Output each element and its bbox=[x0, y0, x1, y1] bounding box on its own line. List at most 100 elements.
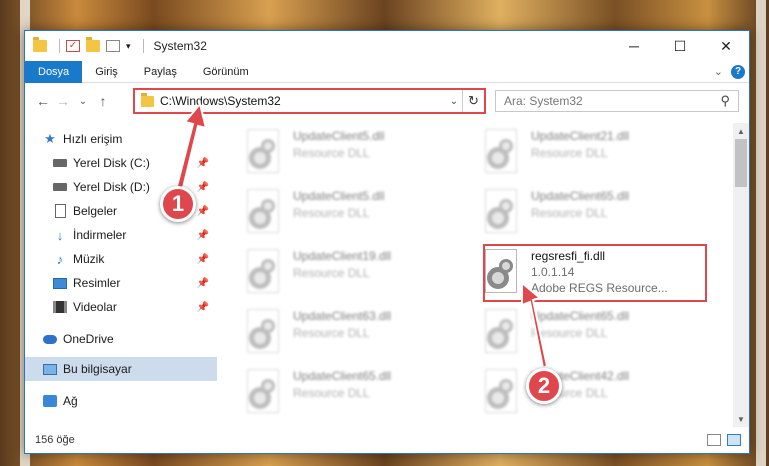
recent-locations-button[interactable]: ⌄ bbox=[73, 91, 93, 111]
sidebar-item-music[interactable]: ♪ Müzik 📌 bbox=[25, 247, 217, 271]
scroll-down-icon[interactable]: ▼ bbox=[733, 411, 749, 427]
file-name: UpdateClient65.dll bbox=[531, 189, 630, 203]
file-item[interactable]: UpdateClient63.dll Resource DLL bbox=[239, 305, 473, 361]
new-folder-icon[interactable] bbox=[86, 37, 100, 52]
file-type: Resource DLL bbox=[293, 386, 370, 400]
tab-home[interactable]: Giriş bbox=[82, 61, 131, 83]
file-name: UpdateClient65.dll bbox=[531, 309, 630, 323]
sidebar-item-onedrive[interactable]: OneDrive bbox=[25, 327, 217, 351]
sidebar-item-label: OneDrive bbox=[63, 332, 114, 346]
pin-icon[interactable]: 📌 bbox=[197, 302, 209, 313]
tab-share[interactable]: Paylaş bbox=[131, 61, 190, 83]
folder-icon bbox=[33, 37, 47, 52]
sidebar-item-label: Ağ bbox=[63, 394, 78, 408]
star-icon: ★ bbox=[44, 131, 56, 146]
item-count: 156 öğe bbox=[35, 434, 75, 446]
file-name: UpdateClient5.dll bbox=[293, 189, 385, 203]
back-button[interactable]: ← bbox=[33, 91, 53, 111]
background-trunk bbox=[756, 0, 766, 466]
file-item[interactable]: UpdateClient65.dll Resource DLL bbox=[477, 185, 711, 241]
download-icon: ↓ bbox=[56, 227, 64, 243]
scroll-up-icon[interactable]: ▲ bbox=[733, 123, 749, 139]
sidebar-item-pictures[interactable]: Resimler 📌 bbox=[25, 271, 217, 295]
sidebar-item-local-disk-c[interactable]: Yerel Disk (C:) 📌 bbox=[25, 151, 217, 175]
file-item[interactable]: UpdateClient65.dll Resource DLL bbox=[477, 305, 711, 361]
forward-button[interactable]: → bbox=[53, 91, 73, 111]
file-item[interactable]: UpdateClient5.dll Resource DLL bbox=[239, 185, 473, 241]
file-item[interactable]: UpdateClient5.dll Resource DLL bbox=[239, 125, 473, 181]
videos-icon bbox=[53, 300, 67, 314]
scroll-thumb[interactable] bbox=[735, 139, 747, 187]
up-button[interactable]: ↑ bbox=[93, 91, 113, 111]
chevron-down-icon[interactable]: ▾ bbox=[126, 41, 131, 52]
sidebar-item-label: Yerel Disk (C:) bbox=[73, 156, 150, 170]
search-placeholder: Ara: System32 bbox=[504, 94, 583, 108]
sidebar-item-quick-access[interactable]: ★ Hızlı erişim bbox=[25, 127, 217, 151]
tab-view[interactable]: Görünüm bbox=[190, 61, 262, 83]
file-type: Resource DLL bbox=[531, 326, 608, 340]
divider bbox=[142, 39, 144, 53]
sidebar-item-label: Müzik bbox=[73, 252, 105, 266]
file-item[interactable]: UpdateClient42.dll Resource DLL bbox=[477, 365, 711, 421]
file-highlight-box bbox=[483, 244, 707, 302]
sidebar-item-videos[interactable]: Videolar 📌 bbox=[25, 295, 217, 319]
navigation-pane: ★ Hızlı erişim Yerel Disk (C:) 📌 Yerel D… bbox=[25, 123, 217, 427]
status-bar: 156 öğe bbox=[25, 427, 749, 453]
sidebar-item-this-pc[interactable]: Bu bilgisayar bbox=[25, 357, 217, 381]
address-path[interactable]: C:\Windows\System32 bbox=[160, 94, 446, 108]
sidebar-item-label: Yerel Disk (D:) bbox=[73, 180, 150, 194]
search-input[interactable]: Ara: System32 ⚲ bbox=[495, 90, 739, 112]
customize-icon[interactable] bbox=[106, 40, 120, 52]
pin-icon[interactable]: 📌 bbox=[197, 254, 209, 265]
address-dropdown-icon[interactable]: ⌄ bbox=[446, 96, 462, 107]
pin-icon[interactable]: 📌 bbox=[197, 230, 209, 241]
file-item[interactable]: UpdateClient19.dll Resource DLL bbox=[239, 245, 473, 301]
file-name: UpdateClient63.dll bbox=[293, 309, 392, 323]
help-icon[interactable]: ? bbox=[731, 64, 745, 79]
disk-icon bbox=[53, 180, 67, 194]
file-type: Resource DLL bbox=[531, 146, 608, 160]
sidebar-item-network[interactable]: Ağ bbox=[25, 389, 217, 413]
file-name: UpdateClient5.dll bbox=[293, 129, 385, 143]
ribbon-tabs: Dosya Giriş Paylaş Görünüm ⌄ ? bbox=[25, 60, 749, 83]
dll-file-icon bbox=[243, 129, 283, 175]
pin-icon[interactable]: 📌 bbox=[197, 278, 209, 289]
sidebar-item-downloads[interactable]: ↓ İndirmeler 📌 bbox=[25, 223, 217, 247]
explorer-window: ✓ ▾ System32 ─ ☐ ✕ Dosya Giriş Paylaş Gö… bbox=[24, 30, 750, 454]
dll-file-icon bbox=[243, 189, 283, 235]
tiles-view-icon[interactable] bbox=[727, 434, 741, 446]
close-button[interactable]: ✕ bbox=[703, 31, 749, 61]
network-icon bbox=[43, 394, 57, 408]
file-name: UpdateClient19.dll bbox=[293, 249, 392, 263]
sidebar-item-label: Bu bilgisayar bbox=[63, 362, 132, 376]
file-item[interactable]: UpdateClient65.dll Resource DLL bbox=[239, 365, 473, 421]
refresh-button[interactable]: ↻ bbox=[462, 90, 484, 112]
music-icon: ♪ bbox=[56, 251, 64, 267]
minimize-button[interactable]: ─ bbox=[611, 31, 657, 61]
tab-file[interactable]: Dosya bbox=[25, 60, 83, 83]
callout-badge-two: 2 bbox=[526, 368, 562, 404]
expand-ribbon-icon[interactable]: ⌄ bbox=[714, 65, 723, 78]
dll-file-icon bbox=[481, 369, 521, 415]
address-bar[interactable]: C:\Windows\System32 ⌄ ↻ bbox=[133, 88, 486, 114]
file-item[interactable]: UpdateClient21.dll Resource DLL bbox=[477, 125, 711, 181]
pin-icon[interactable]: 📌 bbox=[197, 158, 209, 169]
document-icon bbox=[53, 204, 67, 218]
pin-icon[interactable]: 📌 bbox=[197, 182, 209, 193]
file-type: Resource DLL bbox=[531, 206, 608, 220]
file-type: Resource DLL bbox=[293, 146, 370, 160]
file-type: Resource DLL bbox=[293, 266, 370, 280]
vertical-scrollbar[interactable]: ▲ ▼ bbox=[733, 123, 749, 427]
dll-file-icon bbox=[243, 249, 283, 295]
dll-file-icon bbox=[481, 189, 521, 235]
file-type: Resource DLL bbox=[293, 206, 370, 220]
properties-icon[interactable]: ✓ bbox=[66, 40, 80, 52]
sidebar-item-label: İndirmeler bbox=[73, 228, 127, 242]
file-name: UpdateClient21.dll bbox=[531, 129, 630, 143]
search-icon[interactable]: ⚲ bbox=[720, 93, 730, 109]
file-type: Resource DLL bbox=[293, 326, 370, 340]
details-view-icon[interactable] bbox=[707, 434, 721, 446]
pin-icon[interactable]: 📌 bbox=[197, 206, 209, 217]
folder-icon bbox=[141, 92, 154, 107]
maximize-button[interactable]: ☐ bbox=[657, 31, 703, 61]
